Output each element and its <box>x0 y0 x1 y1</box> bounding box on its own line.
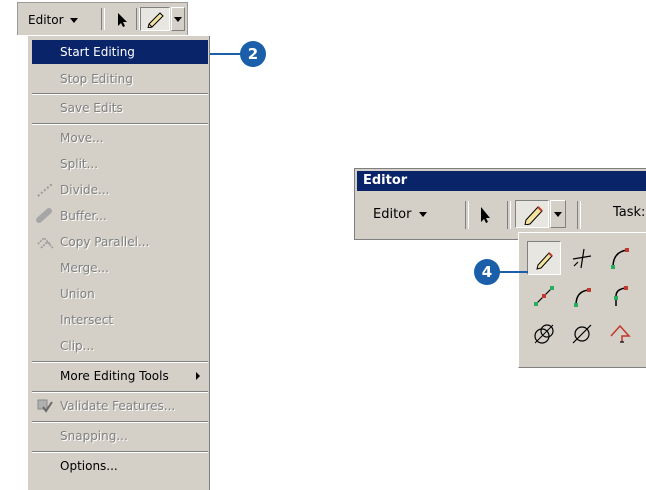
chevron-right-icon <box>196 372 200 380</box>
tool-dropdown-button[interactable] <box>171 7 185 31</box>
menu-item-label: Start Editing <box>60 45 135 59</box>
callout-leader-line <box>498 271 528 273</box>
menu-item-label: Save Edits <box>60 101 123 115</box>
window-title: Editor <box>363 173 408 188</box>
midpoint-tool-icon <box>534 286 554 306</box>
editor-toolbar-row: Editor Task: <box>355 195 646 235</box>
editor-menu-label: Editor <box>28 13 64 27</box>
menu-item-label: Merge... <box>60 261 109 275</box>
toolbar-separator <box>101 8 105 30</box>
palette-arc-tool[interactable] <box>603 241 637 275</box>
menu-item-label: Union <box>60 287 95 301</box>
menu-separator <box>32 421 208 423</box>
palette-distance-distance-tool[interactable] <box>527 317 561 351</box>
chevron-down-icon <box>419 211 428 217</box>
chevron-down-icon <box>554 211 562 217</box>
step-callout: 2 <box>240 41 266 67</box>
menu-item-start-editing[interactable]: Start Editing <box>32 40 208 64</box>
sketch-tool-palette <box>518 232 646 368</box>
menu-item-label: Options... <box>60 459 118 473</box>
menu-item-snapping[interactable]: Snapping... <box>32 424 208 448</box>
menu-item-save-edits[interactable]: Save Edits <box>32 96 208 120</box>
copy-parallel-icon <box>37 236 54 249</box>
palette-tangent-curve-tool[interactable] <box>603 279 637 313</box>
menu-item-options[interactable]: Options... <box>32 454 208 478</box>
chevron-down-icon <box>174 16 182 22</box>
step-callout-number: 4 <box>481 263 493 281</box>
menu-item-label: Clip... <box>60 339 95 353</box>
palette-trace-tool[interactable] <box>603 317 637 351</box>
menu-separator <box>32 451 208 453</box>
sketch-tool-button[interactable] <box>140 7 170 31</box>
pencil-icon <box>524 206 543 225</box>
menu-item-move[interactable]: Move... <box>32 126 208 150</box>
menu-item-buffer[interactable]: Buffer... <box>32 204 208 228</box>
menu-item-label: Move... <box>60 131 104 145</box>
window-titlebar[interactable]: Editor <box>357 171 646 191</box>
palette-direction-distance-tool[interactable] <box>565 317 599 351</box>
menu-item-validate-features[interactable]: Validate Features... <box>32 394 208 418</box>
menu-item-label: Copy Parallel... <box>60 235 150 249</box>
editor-menu-button[interactable]: Editor <box>373 203 428 225</box>
menu-item-copy-parallel[interactable]: Copy Parallel... <box>32 230 208 254</box>
sketch-tool-icon <box>536 252 553 270</box>
tool-dropdown-button[interactable] <box>550 200 566 228</box>
toolbar-separator <box>465 201 469 229</box>
distance-distance-tool-icon <box>534 324 554 344</box>
menu-separator <box>32 93 208 95</box>
menu-item-split[interactable]: Split... <box>32 152 208 176</box>
trace-tool-icon <box>610 324 631 343</box>
editor-toolbar-window: Editor Editor Task: <box>354 168 646 240</box>
divide-icon <box>37 183 53 197</box>
toolbar-separator <box>577 201 581 229</box>
menu-item-stop-editing[interactable]: Stop Editing <box>32 67 208 91</box>
chevron-down-icon <box>69 17 78 23</box>
arc-tool-icon <box>611 248 629 269</box>
menu-item-label: Intersect <box>60 313 114 327</box>
callout-leader-line <box>210 53 242 55</box>
endpoint-arc-tool-icon <box>574 288 591 307</box>
task-label: Task: <box>613 205 646 220</box>
palette-intersection-tool[interactable] <box>565 241 599 275</box>
menu-item-more-editing-tools[interactable]: More Editing Tools <box>32 364 208 388</box>
arrow-icon[interactable] <box>114 11 130 29</box>
editor-menu-button[interactable]: Editor <box>26 9 78 31</box>
menu-separator <box>32 123 208 125</box>
menu-separator <box>32 361 208 363</box>
editor-menu-label: Editor <box>373 206 412 222</box>
tangent-curve-tool-icon <box>614 286 628 306</box>
menu-item-label: Split... <box>60 157 99 171</box>
intersection-tool-icon <box>572 248 592 269</box>
menu-item-label: More Editing Tools <box>60 369 169 383</box>
direction-distance-tool-icon <box>572 324 592 344</box>
menu-item-union[interactable]: Union <box>32 282 208 306</box>
toolbar-separator <box>507 201 511 229</box>
validate-icon <box>37 399 53 413</box>
menu-item-label: Stop Editing <box>60 72 133 86</box>
palette-midpoint-tool[interactable] <box>527 279 561 313</box>
menu-item-clip[interactable]: Clip... <box>32 334 208 358</box>
step-callout-number: 2 <box>247 45 259 63</box>
buffer-icon <box>36 208 52 223</box>
palette-sketch-tool[interactable] <box>527 241 561 275</box>
menu-item-label: Divide... <box>60 183 110 197</box>
menu-item-label: Snapping... <box>60 429 128 443</box>
menu-item-merge[interactable]: Merge... <box>32 256 208 280</box>
menu-separator <box>32 391 208 393</box>
menu-item-label: Buffer... <box>60 209 107 223</box>
arrow-icon[interactable] <box>477 205 493 225</box>
step-callout: 4 <box>474 259 500 285</box>
left-editor-toolbar: Editor <box>17 2 188 35</box>
pencil-icon <box>147 12 164 28</box>
palette-endpoint-arc-tool[interactable] <box>565 279 599 313</box>
sketch-tool-button[interactable] <box>515 200 549 228</box>
menu-item-label: Validate Features... <box>60 399 176 413</box>
menu-item-intersect[interactable]: Intersect <box>32 308 208 332</box>
editor-dropdown-menu: Start Editing Stop Editing Save Edits Mo… <box>27 36 210 490</box>
menu-item-divide[interactable]: Divide... <box>32 178 208 202</box>
